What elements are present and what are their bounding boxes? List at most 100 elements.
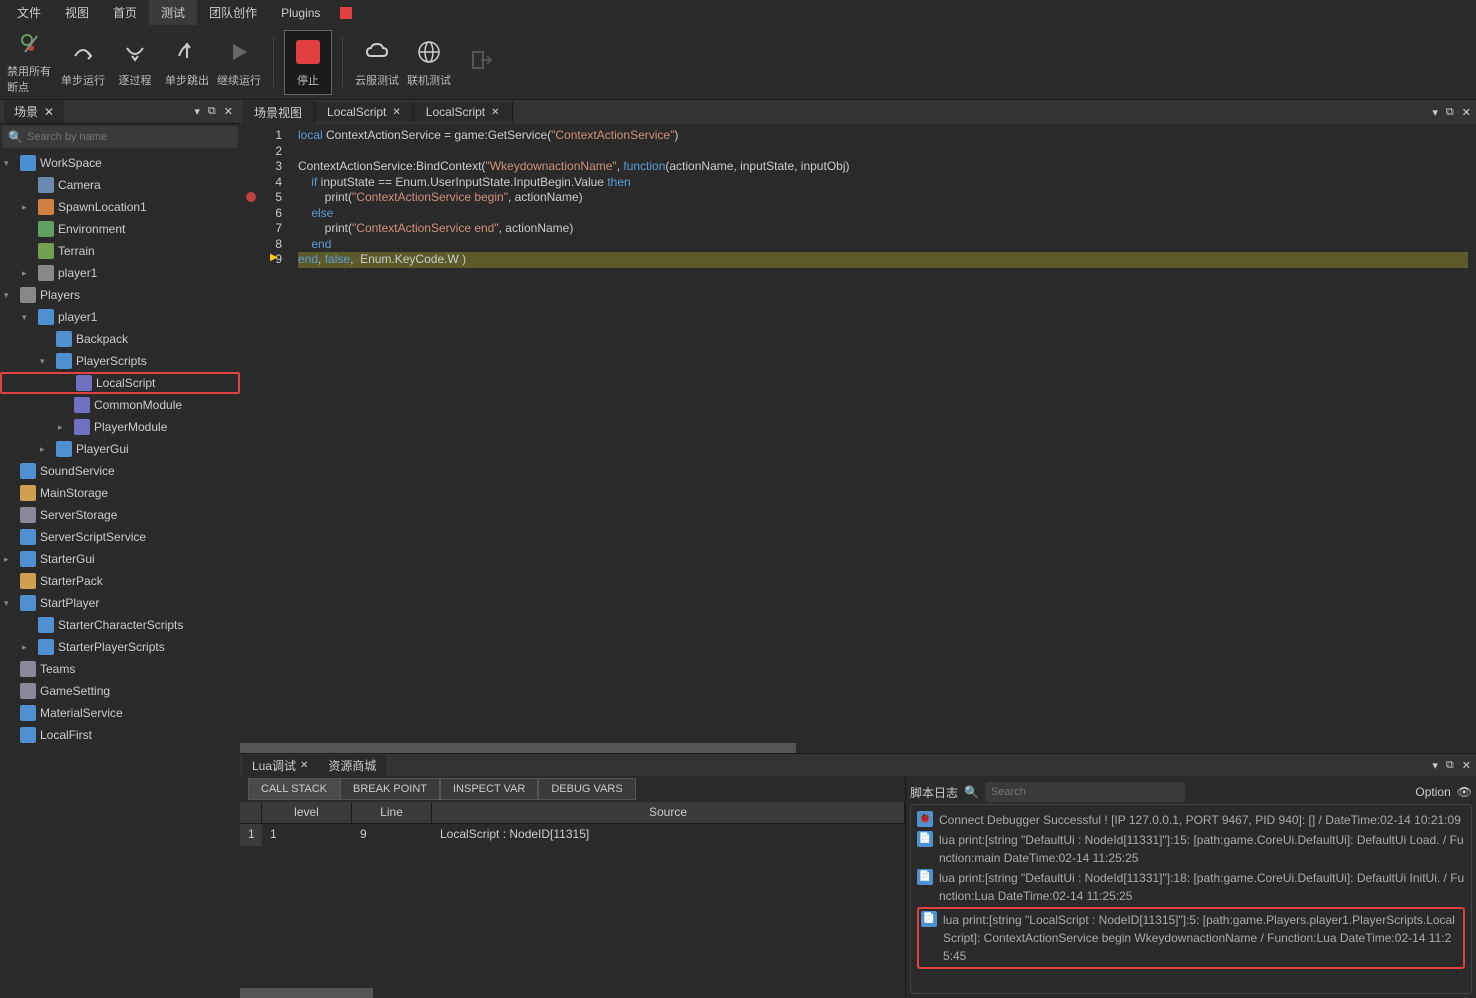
expand-icon[interactable]: ▾ bbox=[4, 598, 16, 609]
scene-search[interactable]: 🔍 bbox=[2, 126, 238, 148]
code-line[interactable]: else bbox=[298, 206, 1468, 222]
log-entry[interactable]: 📄lua print:[string "DefaultUi : NodeId[1… bbox=[917, 869, 1465, 905]
debug-tab-inspect-var[interactable]: INSPECT VAR bbox=[440, 778, 538, 800]
toolbar-step-into[interactable]: 逐过程 bbox=[111, 30, 159, 95]
code-line[interactable]: end bbox=[298, 237, 1468, 253]
menu-团队创作[interactable]: 团队创作 bbox=[197, 0, 269, 25]
tree-item-MainStorage[interactable]: MainStorage bbox=[0, 482, 240, 504]
log-entry[interactable]: 🐞Connect Debugger Successful ! [IP 127.0… bbox=[917, 811, 1465, 829]
line-number[interactable]: 7 bbox=[244, 221, 282, 237]
log-option[interactable]: Option bbox=[1415, 785, 1450, 799]
toolbar-play[interactable]: 继续运行 bbox=[215, 30, 263, 95]
expand-icon[interactable]: ▾ bbox=[22, 312, 34, 323]
code-editor[interactable]: 123456789▶ local ContextActionService = … bbox=[240, 124, 1476, 753]
tree-item-Terrain[interactable]: Terrain bbox=[0, 240, 240, 262]
debug-tab-break-point[interactable]: BREAK POINT bbox=[340, 778, 440, 800]
close-icon[interactable]: ✕ bbox=[300, 760, 308, 771]
tree-item-SoundService[interactable]: SoundService bbox=[0, 460, 240, 482]
expand-icon[interactable]: ▸ bbox=[4, 554, 16, 565]
log-search-input[interactable] bbox=[991, 786, 1179, 798]
tree-item-WorkSpace[interactable]: ▾WorkSpace bbox=[0, 152, 240, 174]
tree-item-SpawnLocation1[interactable]: ▸SpawnLocation1 bbox=[0, 196, 240, 218]
tree-item-Backpack[interactable]: Backpack bbox=[0, 328, 240, 350]
editor-tab-LocalScript[interactable]: LocalScript✕ bbox=[414, 102, 513, 122]
toolbar-step-out[interactable]: 单步跳出 bbox=[163, 30, 211, 95]
tree-item-LocalScript[interactable]: LocalScript bbox=[0, 372, 240, 394]
eye-icon[interactable]: 👁 bbox=[1457, 785, 1472, 799]
line-number[interactable]: 1 bbox=[244, 128, 282, 144]
editor-tab-LocalScript[interactable]: LocalScript✕ bbox=[315, 102, 414, 122]
toolbar-stop[interactable]: 停止 bbox=[284, 30, 332, 95]
tree-item-MaterialService[interactable]: MaterialService bbox=[0, 702, 240, 724]
tree-item-CommonModule[interactable]: CommonModule bbox=[0, 394, 240, 416]
code-line[interactable]: print("ContextActionService begin", acti… bbox=[298, 190, 1468, 206]
scene-search-input[interactable] bbox=[27, 131, 232, 143]
tree-item-Environment[interactable]: Environment bbox=[0, 218, 240, 240]
tree-item-ServerStorage[interactable]: ServerStorage bbox=[0, 504, 240, 526]
line-number[interactable]: 2 bbox=[244, 144, 282, 160]
callstack-row[interactable]: 119LocalScript : NodeID[11315] bbox=[240, 824, 905, 846]
code-line[interactable]: print("ContextActionService end", action… bbox=[298, 221, 1468, 237]
tree-item-player1[interactable]: ▾player1 bbox=[0, 306, 240, 328]
menu-视图[interactable]: 视图 bbox=[53, 0, 101, 25]
toolbar-step-over[interactable]: 单步运行 bbox=[59, 30, 107, 95]
tree-item-StarterCharacterScripts[interactable]: StarterCharacterScripts bbox=[0, 614, 240, 636]
expand-icon[interactable]: ▾ bbox=[4, 158, 16, 169]
log-search[interactable] bbox=[985, 782, 1185, 802]
toolbar-exit[interactable] bbox=[457, 30, 505, 95]
expand-icon[interactable]: ▸ bbox=[22, 268, 34, 279]
bottom-tab-资源商城[interactable]: 资源商城 bbox=[318, 755, 386, 776]
tree-item-StartPlayer[interactable]: ▾StartPlayer bbox=[0, 592, 240, 614]
popout-icon[interactable]: ⧉ bbox=[205, 105, 219, 118]
tree-item-ServerScriptService[interactable]: ServerScriptService bbox=[0, 526, 240, 548]
close-icon[interactable]: ✕ bbox=[44, 105, 54, 119]
scrollbar-horizontal[interactable] bbox=[240, 743, 1476, 753]
close-icon[interactable]: ✕ bbox=[392, 107, 400, 118]
expand-icon[interactable]: ▸ bbox=[40, 444, 52, 455]
expand-icon[interactable]: ▸ bbox=[22, 642, 34, 653]
tree-item-StarterPack[interactable]: StarterPack bbox=[0, 570, 240, 592]
code-line[interactable] bbox=[298, 144, 1468, 160]
tree-item-PlayerScripts[interactable]: ▾PlayerScripts bbox=[0, 350, 240, 372]
line-number[interactable]: 8 bbox=[244, 237, 282, 253]
tree-item-PlayerModule[interactable]: ▸PlayerModule bbox=[0, 416, 240, 438]
gutter[interactable]: 123456789▶ bbox=[240, 124, 290, 753]
expand-icon[interactable]: ▾ bbox=[4, 290, 16, 301]
expand-icon[interactable]: ▸ bbox=[22, 202, 34, 213]
code-area[interactable]: local ContextActionService = game:GetSer… bbox=[290, 124, 1476, 753]
expand-icon[interactable]: ▾ bbox=[40, 356, 52, 367]
toolbar-cloud[interactable]: 云服测试 bbox=[353, 30, 401, 95]
close-icon[interactable]: ✕ bbox=[1459, 106, 1474, 119]
line-number[interactable]: 3 bbox=[244, 159, 282, 175]
tree-item-Teams[interactable]: Teams bbox=[0, 658, 240, 680]
toolbar-breakpoints-off[interactable]: 禁用所有断点 bbox=[7, 30, 55, 95]
code-line[interactable]: if inputState == Enum.UserInputState.Inp… bbox=[298, 175, 1468, 191]
menu-首页[interactable]: 首页 bbox=[101, 0, 149, 25]
close-icon[interactable]: ✕ bbox=[1459, 759, 1474, 772]
tree-item-Camera[interactable]: Camera bbox=[0, 174, 240, 196]
debug-tab-debug-vars[interactable]: DEBUG VARS bbox=[538, 778, 635, 800]
bottom-tab-Lua调试[interactable]: Lua调试✕ bbox=[242, 755, 318, 776]
tree-item-LocalFirst[interactable]: LocalFirst bbox=[0, 724, 240, 746]
dropdown-icon[interactable]: ▾ bbox=[191, 105, 203, 118]
menu-Plugins[interactable]: Plugins bbox=[269, 2, 332, 24]
code-line[interactable]: local ContextActionService = game:GetSer… bbox=[298, 128, 1468, 144]
tree-item-GameSetting[interactable]: GameSetting bbox=[0, 680, 240, 702]
menu-文件[interactable]: 文件 bbox=[5, 0, 53, 25]
popout-icon[interactable]: ⧉ bbox=[1443, 106, 1457, 119]
debug-tab-call-stack[interactable]: CALL STACK bbox=[248, 778, 340, 800]
editor-tab-场景视图[interactable]: 场景视图 bbox=[242, 101, 315, 124]
menu-测试[interactable]: 测试 bbox=[149, 0, 197, 25]
code-line[interactable]: ContextActionService:BindContext("Wkeydo… bbox=[298, 159, 1468, 175]
tree-item-StarterPlayerScripts[interactable]: ▸StarterPlayerScripts bbox=[0, 636, 240, 658]
expand-icon[interactable]: ▸ bbox=[58, 422, 70, 433]
code-line[interactable]: end, false, Enum.KeyCode.W ) bbox=[298, 252, 1468, 268]
tree-item-PlayerGui[interactable]: ▸PlayerGui bbox=[0, 438, 240, 460]
breakpoint-icon[interactable] bbox=[246, 192, 256, 202]
close-icon[interactable]: ✕ bbox=[221, 105, 236, 118]
tree-item-player1[interactable]: ▸player1 bbox=[0, 262, 240, 284]
line-number[interactable]: 6 bbox=[244, 206, 282, 222]
scene-tab[interactable]: 场景 ✕ bbox=[4, 100, 64, 123]
popout-icon[interactable]: ⧉ bbox=[1443, 759, 1457, 772]
tree-item-StarterGui[interactable]: ▸StarterGui bbox=[0, 548, 240, 570]
